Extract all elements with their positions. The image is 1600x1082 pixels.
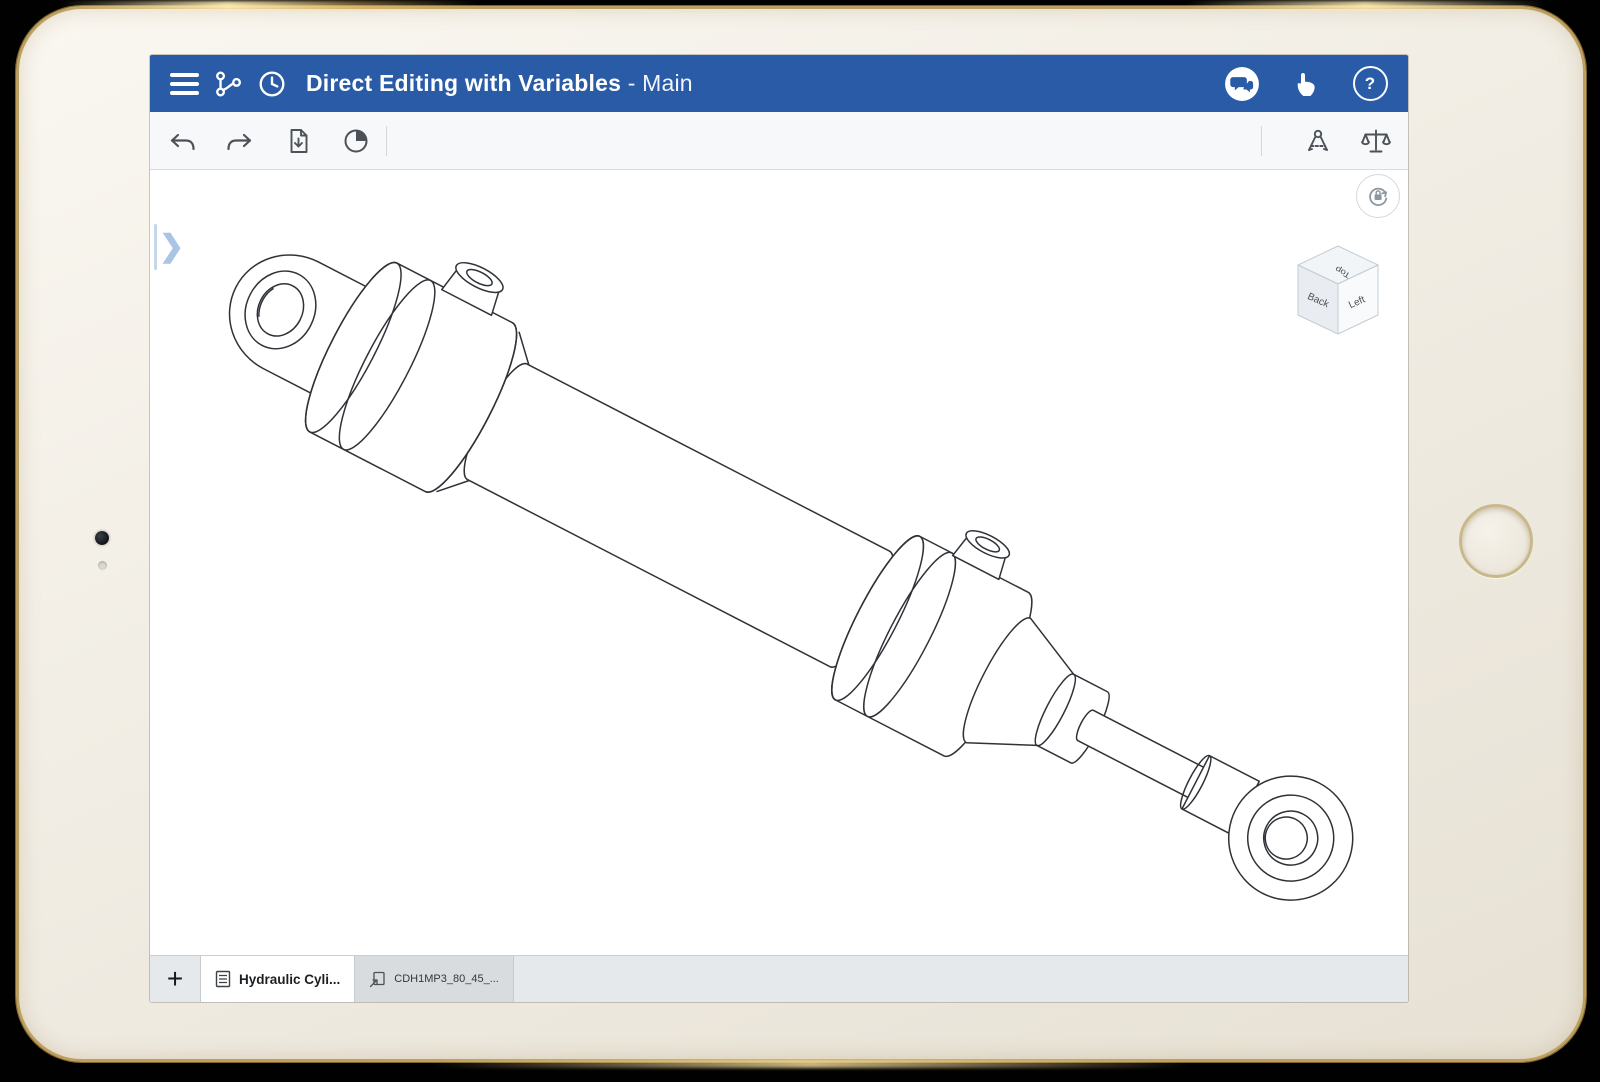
tab-label: CDH1MP3_80_45_... (394, 973, 499, 985)
pointing-hand-icon (1291, 69, 1321, 99)
ambient-sensor (98, 561, 107, 570)
export-document-icon (283, 126, 313, 156)
measure-icon (1303, 126, 1333, 156)
redo-button[interactable] (224, 125, 256, 157)
panel-handle-bar (154, 224, 157, 270)
help-icon: ? (1353, 66, 1388, 101)
imported-part-icon (369, 970, 386, 988)
part-studio-icon (215, 970, 231, 988)
pie-history-icon (341, 126, 371, 156)
app-screen: Direct Editing with Variables - Main (150, 55, 1408, 1002)
undo-icon (167, 126, 197, 156)
touch-mode-button[interactable] (1284, 62, 1328, 106)
comments-button[interactable] (1220, 62, 1264, 106)
tab-label: Hydraulic Cyli... (239, 972, 340, 987)
view-rotation-lock-button[interactable] (1356, 174, 1400, 218)
view-cube[interactable]: Top Back Left (1290, 240, 1386, 340)
history-clock-icon (256, 68, 288, 100)
comments-icon (1224, 66, 1260, 102)
plus-icon: + (167, 963, 183, 995)
export-button[interactable] (282, 125, 314, 157)
header-right-actions: ? (1220, 62, 1392, 106)
help-button[interactable]: ? (1348, 62, 1392, 106)
branch-icon (212, 68, 244, 100)
tab-imported-part[interactable]: CDH1MP3_80_45_... (355, 956, 514, 1002)
app-toolbar (150, 112, 1408, 170)
history-button[interactable] (250, 62, 294, 106)
balance-scale-icon (1361, 126, 1391, 156)
measure-button[interactable] (1302, 125, 1334, 157)
document-name: Direct Editing with Variables (306, 70, 621, 96)
add-tab-button[interactable]: + (150, 956, 200, 1002)
versions-button[interactable] (206, 62, 250, 106)
home-button[interactable] (1459, 504, 1533, 578)
model-viewport[interactable]: ❯ Top (150, 170, 1408, 955)
tab-part-studio[interactable]: Hydraulic Cyli... (200, 956, 355, 1002)
undo-button[interactable] (166, 125, 198, 157)
app-header: Direct Editing with Variables - Main (150, 55, 1408, 112)
chevron-right-icon: ❯ (159, 232, 184, 262)
hydraulic-cylinder-model[interactable] (150, 170, 1408, 955)
hamburger-icon (170, 73, 199, 95)
toolbar-right-group (1247, 125, 1392, 157)
mass-properties-button[interactable] (1360, 125, 1392, 157)
feature-panel-expand-handle[interactable]: ❯ (154, 218, 184, 276)
document-title: Direct Editing with Variables - Main (306, 70, 693, 97)
tablet-frame: Direct Editing with Variables - Main (16, 6, 1586, 1062)
redo-icon (225, 126, 255, 156)
toolbar-left-group (166, 125, 372, 157)
help-glyph: ? (1365, 74, 1375, 94)
version-history-button[interactable] (340, 125, 372, 157)
toolbar-separator-left (386, 126, 387, 156)
front-camera (95, 531, 109, 545)
menu-button[interactable] (162, 62, 206, 106)
workspace-name: - Main (621, 70, 693, 96)
rotate-lock-icon (1365, 183, 1391, 209)
toolbar-separator-right (1261, 126, 1262, 156)
document-tab-bar: + Hydraulic Cyli... CDH1MP3_80_45_... (150, 955, 1408, 1002)
